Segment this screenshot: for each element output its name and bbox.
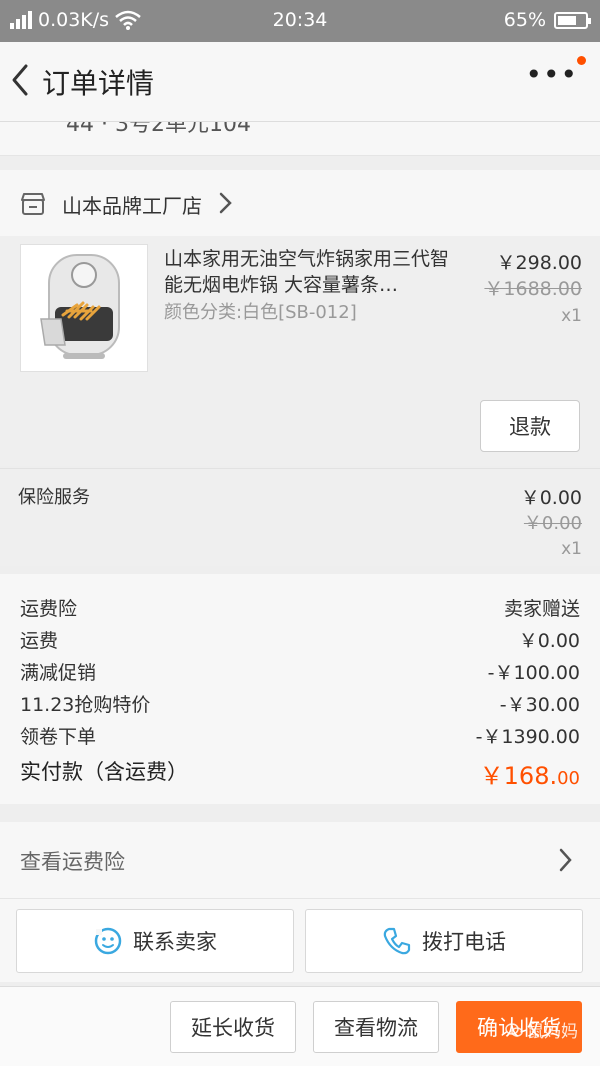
product-quantity: x1 (561, 306, 582, 326)
fee-value: ￥0.00 (518, 630, 580, 652)
contact-seller-label[interactable]: 联系卖家 (133, 926, 217, 956)
fee-label: 领卷下单 (20, 726, 97, 748)
watermark: 鼠妈妈 (505, 1017, 578, 1042)
total-paid-row: 实付款（含运费） ￥168.00 (20, 756, 580, 792)
chat-face-icon (94, 927, 122, 955)
view-shipping-insurance-row[interactable]: 查看运费险 (0, 822, 600, 898)
total-value-cents: 00 (557, 768, 580, 789)
product-title[interactable]: 山本家用无油空气炸锅家用三代智能无烟电炸锅 大容量薯条… (164, 246, 464, 298)
fee-value: -￥1390.00 (475, 726, 580, 748)
fee-summary: 运费险 卖家赠送 运费 ￥0.00 满减促销 -￥100.00 11.23抢购特… (0, 574, 600, 804)
nav-bar: 订单详情 ••• (0, 42, 600, 122)
status-bar: 0.03K/s 20:34 65% (0, 0, 600, 42)
product-image[interactable] (20, 244, 148, 372)
more-menu-button[interactable]: ••• (525, 58, 578, 91)
total-value-main: ￥168. (479, 762, 558, 790)
contact-row: 联系卖家 拨打电话 (0, 898, 600, 982)
product-original-price: ￥1688.00 (484, 278, 582, 300)
insurance-price: ￥0.00 (520, 487, 582, 509)
shop-icon (21, 193, 45, 215)
fee-row: 11.23抢购特价 -￥30.00 (20, 690, 580, 722)
fee-row: 运费 ￥0.00 (20, 626, 580, 658)
insurance-label: 保险服务 (18, 487, 90, 508)
total-label: 实付款（含运费） (20, 760, 188, 784)
fee-row: 运费险 卖家赠送 (20, 594, 580, 626)
status-right: 65% (503, 9, 591, 31)
battery-icon (554, 11, 591, 29)
chevron-right-icon[interactable] (218, 190, 234, 216)
product-item[interactable]: 山本家用无油空气炸锅家用三代智能无烟电炸锅 大容量薯条… 颜色分类:白色[SB-… (0, 236, 600, 466)
bottom-action-bar: 延长收货 查看物流 确认收货 鼠妈妈 (0, 986, 600, 1066)
chevron-right-icon[interactable] (558, 846, 574, 874)
page-title: 订单详情 (42, 67, 155, 100)
product-sku: 颜色分类:白色[SB-012] (164, 302, 357, 323)
product-price: ￥298.00 (496, 252, 582, 274)
back-arrow-icon[interactable] (6, 60, 36, 100)
shop-row[interactable]: 山本品牌工厂店 (0, 170, 600, 236)
contact-seller-button[interactable]: 联系卖家 (16, 909, 294, 973)
wechat-icon (505, 1022, 523, 1037)
extend-receipt-button[interactable]: 延长收货 (170, 1001, 296, 1053)
view-shipping-insurance-label[interactable]: 查看运费险 (20, 846, 125, 876)
address-strip: 44 · 3号2单元104 (0, 122, 600, 156)
call-phone-label[interactable]: 拨打电话 (422, 926, 506, 956)
fee-value: 卖家赠送 (503, 598, 580, 620)
view-logistics-button[interactable]: 查看物流 (313, 1001, 439, 1053)
fee-value: -￥100.00 (487, 662, 580, 684)
shop-name[interactable]: 山本品牌工厂店 (62, 190, 202, 219)
refund-button[interactable]: 退款 (480, 400, 580, 452)
air-fryer-image (40, 254, 120, 359)
fee-value: -￥30.00 (499, 694, 580, 716)
insurance-service-row: 保险服务 ￥0.00 ￥0.00 x1 (0, 468, 600, 566)
notification-dot (577, 56, 586, 65)
fee-row: 领卷下单 -￥1390.00 (20, 722, 580, 754)
phone-icon (383, 927, 411, 955)
fee-row: 满减促销 -￥100.00 (20, 658, 580, 690)
watermark-text: 鼠妈妈 (527, 1022, 578, 1042)
total-value: ￥168.00 (480, 756, 580, 791)
fee-label: 运费 (20, 630, 59, 652)
fee-label: 11.23抢购特价 (20, 694, 151, 716)
call-phone-button[interactable]: 拨打电话 (305, 909, 583, 973)
fee-label: 运费险 (20, 598, 78, 620)
insurance-quantity: x1 (561, 539, 582, 559)
fee-label: 满减促销 (20, 662, 97, 684)
insurance-original-price: ￥0.00 (523, 513, 582, 534)
address-fragment: 44 · 3号2单元104 (66, 122, 251, 137)
battery-percent: 65% (503, 9, 546, 31)
